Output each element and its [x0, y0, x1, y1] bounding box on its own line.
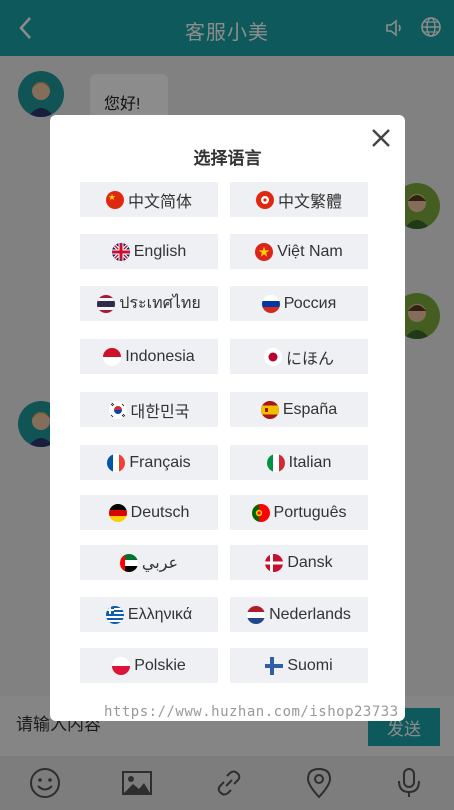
language-label: 中文简体	[127, 193, 192, 211]
language-label: 中文繁體	[277, 193, 342, 211]
language-option-fr[interactable]: Français	[80, 445, 218, 480]
language-option-da[interactable]: Dansk	[230, 545, 368, 580]
language-label: Deutsch	[130, 503, 190, 521]
language-label: Ελληνικά	[127, 605, 193, 623]
netherlands-flag-icon	[247, 605, 266, 624]
language-option-ja[interactable]: にほん	[230, 339, 368, 374]
greece-flag-icon	[105, 605, 124, 624]
language-option-zh-hans[interactable]: 中文简体	[80, 182, 218, 217]
language-option-en[interactable]: English	[80, 234, 218, 269]
language-option-it[interactable]: Italian	[230, 445, 368, 480]
language-option-de[interactable]: Deutsch	[80, 495, 218, 530]
language-option-es[interactable]: España	[230, 392, 368, 427]
language-label: Français	[129, 453, 191, 471]
language-option-pt[interactable]: Português	[230, 495, 368, 530]
language-label: Italian	[288, 453, 332, 471]
language-label: Português	[273, 503, 347, 521]
finland-flag-icon	[265, 656, 284, 675]
hongkong-flag-icon	[255, 190, 274, 209]
korea-flag-icon	[108, 400, 127, 419]
language-label: Việt Nam	[277, 242, 343, 260]
close-icon[interactable]	[370, 127, 392, 149]
germany-flag-icon	[108, 503, 127, 522]
china-flag-icon	[105, 190, 124, 209]
modal-title: 选择语言	[193, 149, 262, 168]
language-label: ประเทศไทย	[119, 295, 201, 312]
language-label: Suomi	[287, 656, 333, 674]
language-label: عربي	[141, 554, 179, 572]
vietnam-flag-icon	[255, 242, 274, 261]
language-option-zh-hant[interactable]: 中文繁體	[230, 182, 368, 217]
language-option-ar[interactable]: عربي	[80, 545, 218, 580]
language-label: Indonesia	[125, 347, 195, 365]
denmark-flag-icon	[265, 553, 284, 572]
language-label: 대한민국	[130, 403, 190, 421]
russia-flag-icon	[261, 294, 280, 313]
language-option-fi[interactable]: Suomi	[230, 648, 368, 683]
language-option-el[interactable]: Ελληνικά	[80, 597, 218, 632]
language-modal: 选择语言 中文简体 中文繁體 English Việt Nam ประเทศไท…	[50, 115, 405, 721]
language-option-id[interactable]: Indonesia	[80, 339, 218, 374]
indonesia-flag-icon	[103, 347, 122, 366]
language-option-vi[interactable]: Việt Nam	[230, 234, 368, 269]
uae-flag-icon	[119, 553, 138, 572]
language-option-pl[interactable]: Polskie	[80, 648, 218, 683]
language-option-nl[interactable]: Nederlands	[230, 597, 368, 632]
japan-flag-icon	[263, 347, 282, 366]
poland-flag-icon	[112, 656, 131, 675]
language-label: Dansk	[287, 553, 333, 571]
language-option-th[interactable]: ประเทศไทย	[80, 286, 218, 321]
language-option-ru[interactable]: Россия	[230, 286, 368, 321]
portugal-flag-icon	[251, 503, 270, 522]
language-label: España	[282, 400, 338, 418]
language-label: にほん	[285, 350, 334, 368]
france-flag-icon	[107, 453, 126, 472]
spain-flag-icon	[260, 400, 279, 419]
language-label: Россия	[283, 294, 337, 312]
language-label: English	[133, 242, 187, 260]
thailand-flag-icon	[97, 294, 116, 313]
language-label: Nederlands	[269, 605, 351, 623]
language-label: Polskie	[134, 656, 186, 674]
watermark: https://www.huzhan.com/ishop23733	[104, 704, 399, 720]
language-option-ko[interactable]: 대한민국	[80, 392, 218, 427]
uk-flag-icon	[111, 242, 130, 261]
italy-flag-icon	[266, 453, 285, 472]
